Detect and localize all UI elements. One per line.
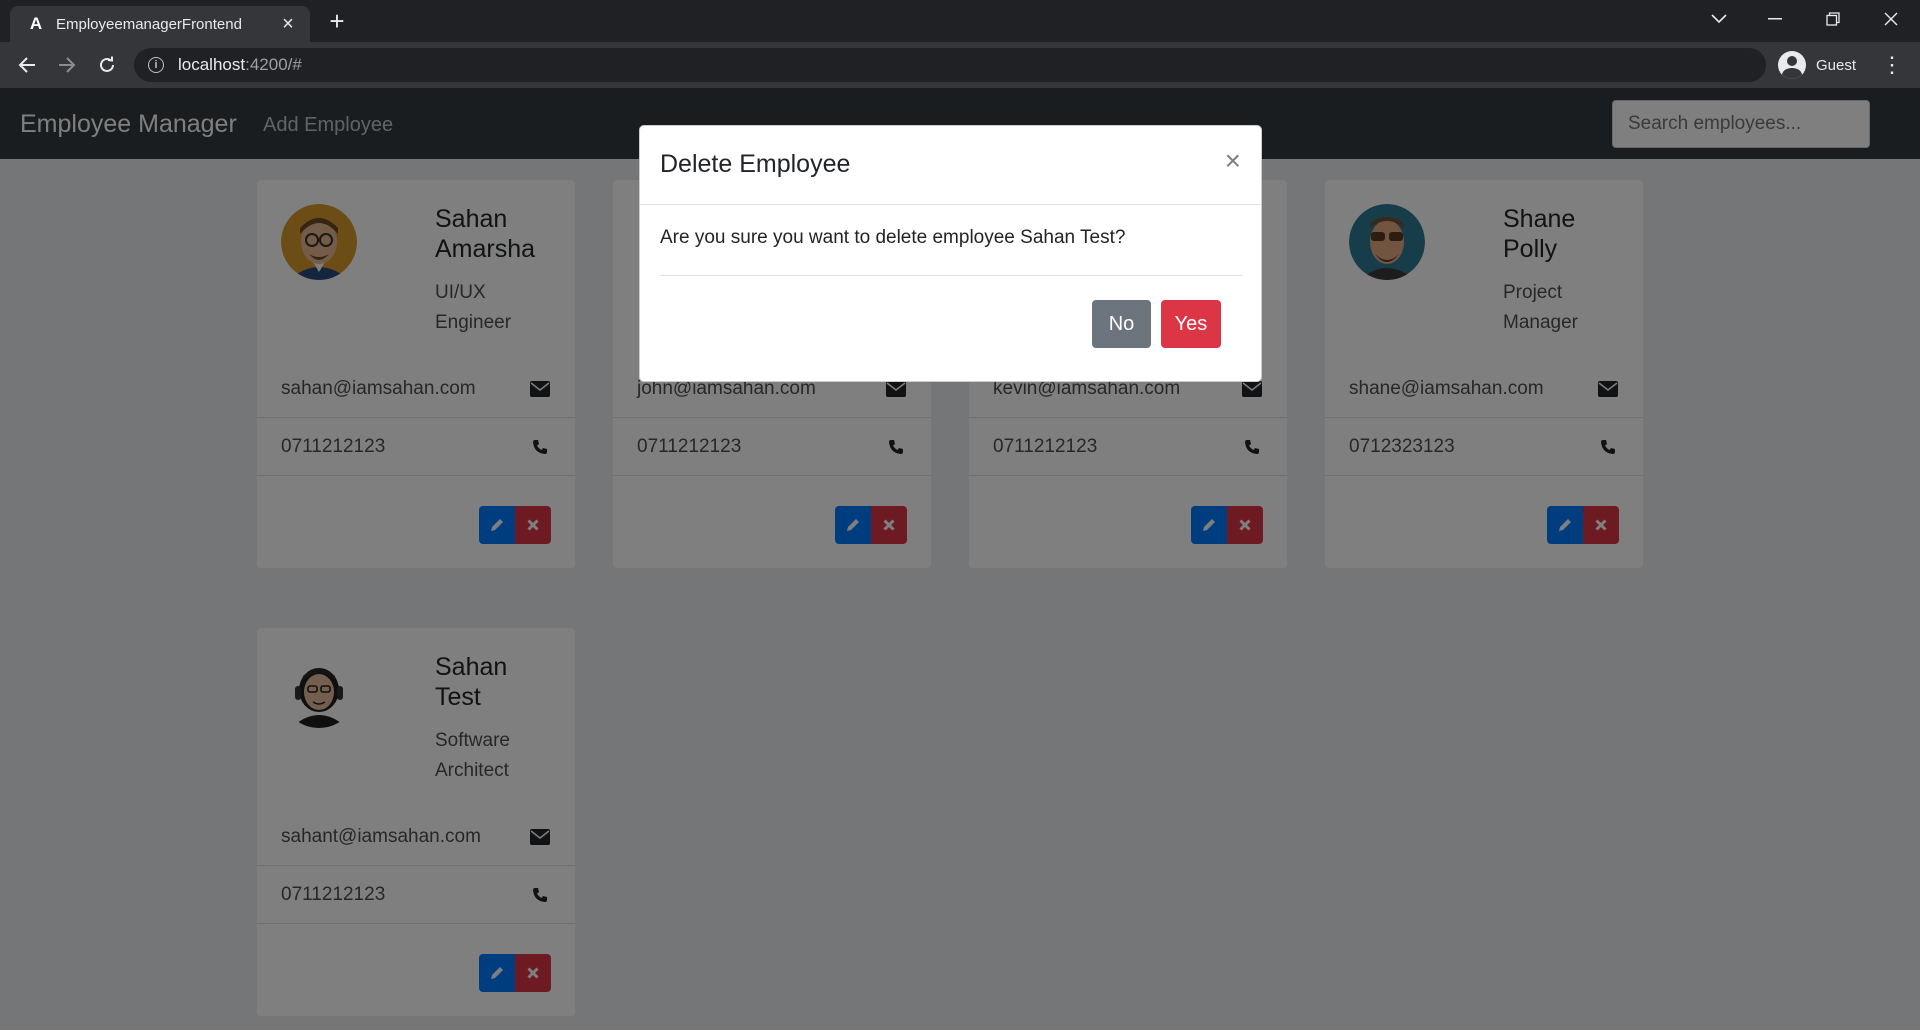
forward-icon[interactable] [51, 49, 83, 81]
close-tab-icon[interactable]: × [278, 13, 298, 36]
close-icon[interactable]: × [1225, 146, 1241, 176]
menu-icon[interactable]: ⋮ [1880, 49, 1904, 81]
modal-body: Are you sure you want to delete employee… [660, 205, 1242, 276]
browser-tabstrip: A EmployeemanagerFrontend × + [0, 0, 1920, 42]
profile-avatar-icon [1778, 51, 1806, 79]
profile-button[interactable]: Guest [1778, 49, 1856, 81]
page-viewport: Employee Manager Add Employee SahanAmar [0, 88, 1920, 1030]
new-tab-icon[interactable]: + [322, 6, 352, 36]
delete-employee-modal: Delete Employee × Are you sure you want … [639, 125, 1262, 382]
modal-title: Delete Employee [660, 150, 851, 178]
minimize-icon[interactable] [1748, 0, 1802, 38]
profile-label: Guest [1816, 56, 1857, 74]
angular-icon: A [29, 14, 43, 33]
tab-search-icon[interactable] [1692, 0, 1746, 38]
modal-message: Are you sure you want to delete employee… [660, 227, 1126, 248]
url-host: localhost [178, 55, 246, 74]
url-text: localhost:4200/# [178, 55, 302, 75]
back-icon[interactable] [11, 49, 43, 81]
modal-header: Delete Employee × [640, 126, 1261, 205]
browser-tab[interactable]: A EmployeemanagerFrontend × [10, 6, 310, 42]
address-bar[interactable]: i localhost:4200/# [134, 48, 1766, 82]
tab-title: EmployeemanagerFrontend [56, 15, 242, 33]
no-button[interactable]: No [1092, 300, 1151, 348]
restore-icon[interactable] [1806, 0, 1860, 38]
close-window-icon[interactable] [1864, 0, 1918, 38]
url-path: :4200/# [245, 55, 302, 74]
browser-toolbar: i localhost:4200/# Guest ⋮ [0, 42, 1920, 88]
reload-icon[interactable] [91, 49, 123, 81]
yes-button[interactable]: Yes [1161, 300, 1221, 348]
site-info-icon[interactable]: i [148, 57, 164, 73]
